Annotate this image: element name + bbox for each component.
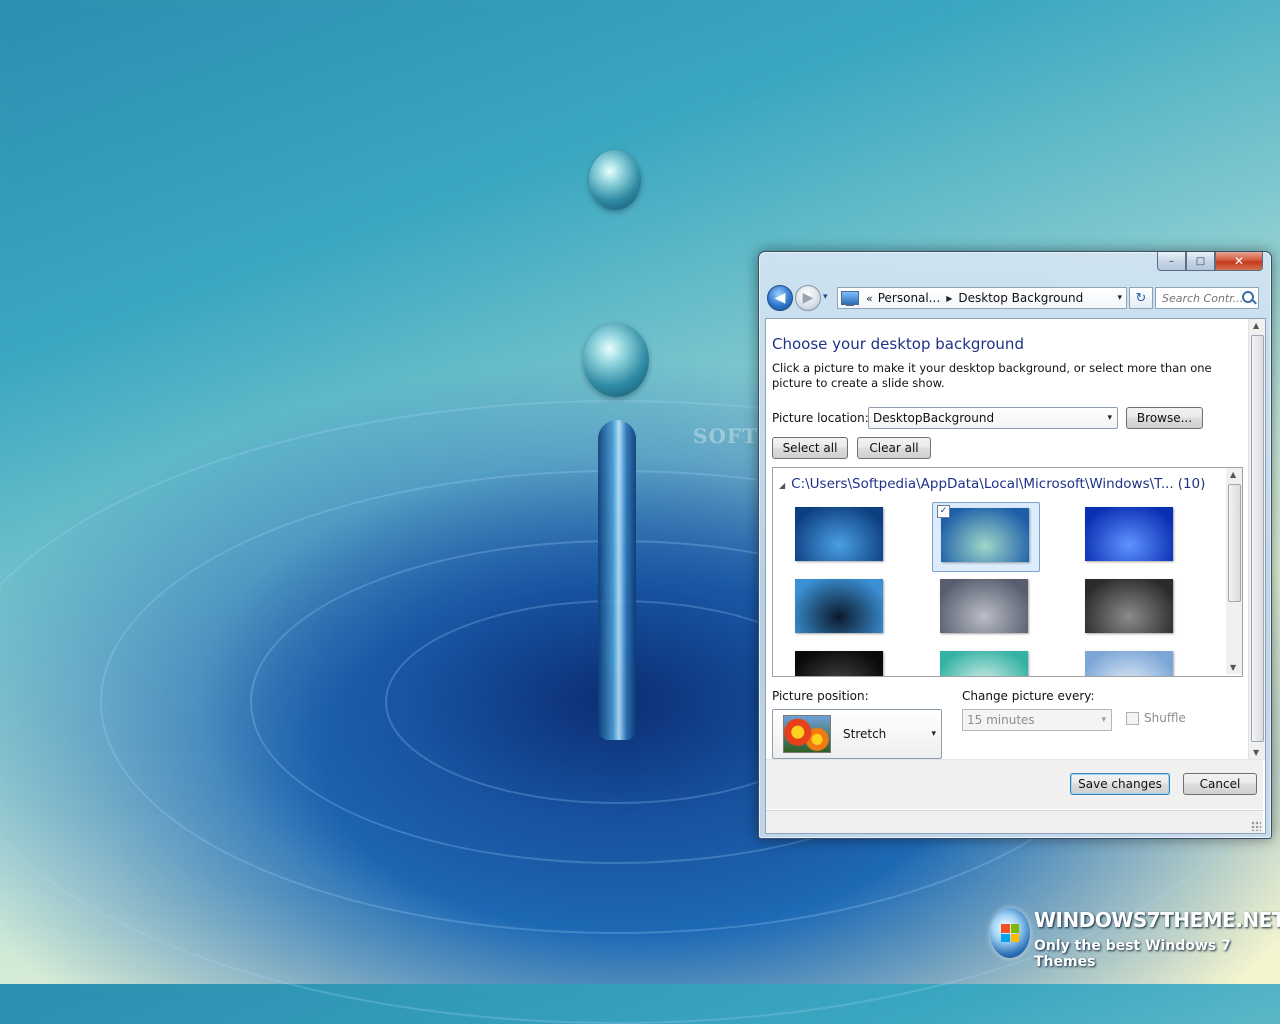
scroll-up-icon[interactable]: ▲ (1230, 470, 1236, 479)
scroll-up-icon[interactable]: ▲ (1253, 321, 1259, 330)
browse-button[interactable]: Browse... (1126, 407, 1203, 429)
navigation-bar: ◀ ▶ ▾ « Personal... ▶ Desktop Background… (767, 284, 1263, 312)
thumbnail-image[interactable] (795, 507, 883, 561)
clear-all-button[interactable]: Clear all (857, 437, 931, 459)
change-picture-select[interactable]: 15 minutes ▾ (962, 709, 1112, 731)
picture-location-select[interactable]: DesktopBackground ▾ (868, 407, 1118, 429)
shuffle-checkbox[interactable]: Shuffle (1126, 711, 1186, 725)
thumbnail-image[interactable] (1085, 651, 1173, 676)
address-overflow-chevron[interactable]: « (866, 292, 873, 305)
change-picture-value: 15 minutes (967, 713, 1035, 727)
maximize-button[interactable]: □ (1186, 252, 1215, 271)
gallery-path: C:\Users\Softpedia\AppData\Local\Microso… (791, 476, 1174, 492)
thumbnail-image[interactable] (1085, 507, 1173, 561)
close-button[interactable]: ✕ (1215, 252, 1263, 271)
water-drop (589, 150, 641, 210)
thumbnail-image[interactable] (795, 651, 883, 676)
thumbnail-ripple-crown[interactable] (787, 502, 895, 572)
thumbnail-rain-drops[interactable] (1077, 574, 1185, 644)
gallery-count: (10) (1177, 476, 1206, 492)
thumbnail-checkbox[interactable]: ✓ (937, 505, 950, 518)
search-icon[interactable] (1242, 291, 1254, 303)
control-panel-icon (841, 291, 859, 306)
minimize-button[interactable]: – (1157, 252, 1186, 271)
thumbnail-splash-blue[interactable] (1077, 502, 1185, 572)
thumbnail-image[interactable] (1085, 579, 1173, 633)
picture-location-label: Picture location: (772, 411, 869, 425)
picture-gallery: ◢ C:\Users\Softpedia\AppData\Local\Micros… (772, 467, 1243, 677)
windows-logo-icon (990, 908, 1030, 958)
chevron-down-icon: ▾ (1107, 413, 1112, 423)
back-button[interactable]: ◀ (767, 285, 793, 311)
picture-location-value: DesktopBackground (873, 411, 995, 425)
scroll-down-icon[interactable]: ▼ (1230, 663, 1236, 672)
picture-position-select[interactable]: Stretch ▾ (772, 709, 942, 759)
desktop-background-window: – □ ✕ ◀ ▶ ▾ « Personal... ▶ Desktop Back… (758, 251, 1272, 839)
thumbnail-water-drop[interactable]: ✓ (932, 502, 1040, 572)
brand-subtitle: Only the best Windows 7 Themes (1034, 938, 1231, 970)
cancel-button[interactable]: Cancel (1183, 773, 1257, 795)
content-scroll-thumb[interactable] (1251, 335, 1264, 742)
picture-position-value: Stretch (843, 727, 887, 741)
thumbnail-image[interactable] (941, 508, 1029, 562)
brand-badge: WINDOWS7THEME.NET Only the best Windows … (990, 906, 1280, 970)
recent-pages-dropdown[interactable]: ▾ (823, 292, 828, 302)
resize-grip-icon[interactable] (1251, 821, 1261, 831)
chevron-down-icon: ▾ (931, 729, 936, 739)
breadcrumb-desktop-background[interactable]: Desktop Background (958, 291, 1083, 305)
flower-preview-icon (783, 715, 831, 753)
caption-buttons: – □ ✕ (1157, 252, 1263, 271)
change-picture-label: Change picture every: (962, 689, 1095, 703)
thumbnail-image[interactable] (940, 651, 1028, 676)
picture-position-label: Picture position: (772, 689, 869, 703)
save-changes-button[interactable]: Save changes (1070, 773, 1170, 795)
thumbnail-night-drop[interactable] (787, 646, 895, 676)
chevron-down-icon: ▾ (1101, 715, 1106, 725)
brand-title: WINDOWS7THEME.NET (1034, 908, 1280, 932)
breadcrumb-personalization[interactable]: Personal... (878, 291, 940, 305)
status-bar (766, 810, 1263, 833)
page-description: Click a picture to make it your desktop … (772, 361, 1212, 390)
page-title: Choose your desktop background (772, 335, 1024, 353)
thumbnail-dark-splash[interactable] (787, 574, 895, 644)
collapse-triangle-icon[interactable]: ◢ (779, 481, 785, 490)
refresh-button[interactable]: ↻ (1129, 287, 1153, 309)
footer: Save changes Cancel (766, 760, 1263, 809)
search-box[interactable] (1155, 287, 1259, 309)
checkbox-box[interactable] (1126, 711, 1139, 725)
address-dropdown-icon[interactable]: ▾ (1117, 293, 1122, 303)
gallery-group-header[interactable]: ◢ C:\Users\Softpedia\AppData\Local\Micros… (779, 476, 1205, 492)
thumbnail-pale-drops[interactable] (1077, 646, 1185, 676)
address-bar[interactable]: « Personal... ▶ Desktop Background ▾ (837, 287, 1127, 309)
gallery-scrollbar[interactable]: ▲ ▼ (1226, 468, 1242, 674)
water-drop (583, 323, 649, 397)
shuffle-label: Shuffle (1144, 711, 1186, 725)
content-scrollbar[interactable]: ▲ ▼ (1248, 319, 1265, 759)
thumbnail-grey-ripple[interactable] (932, 574, 1040, 644)
content-pane: Choose your desktop background Click a p… (765, 318, 1266, 834)
gallery-scroll-thumb[interactable] (1228, 484, 1241, 602)
thumbnail-teal-splash[interactable] (932, 646, 1040, 676)
water-column (598, 420, 636, 740)
thumbnail-image[interactable] (795, 579, 883, 633)
scroll-down-icon[interactable]: ▼ (1253, 748, 1259, 757)
forward-button[interactable]: ▶ (795, 285, 821, 311)
search-input[interactable] (1160, 290, 1244, 306)
breadcrumb-separator-icon[interactable]: ▶ (946, 294, 952, 303)
select-all-button[interactable]: Select all (772, 437, 848, 459)
thumbnail-image[interactable] (940, 579, 1028, 633)
